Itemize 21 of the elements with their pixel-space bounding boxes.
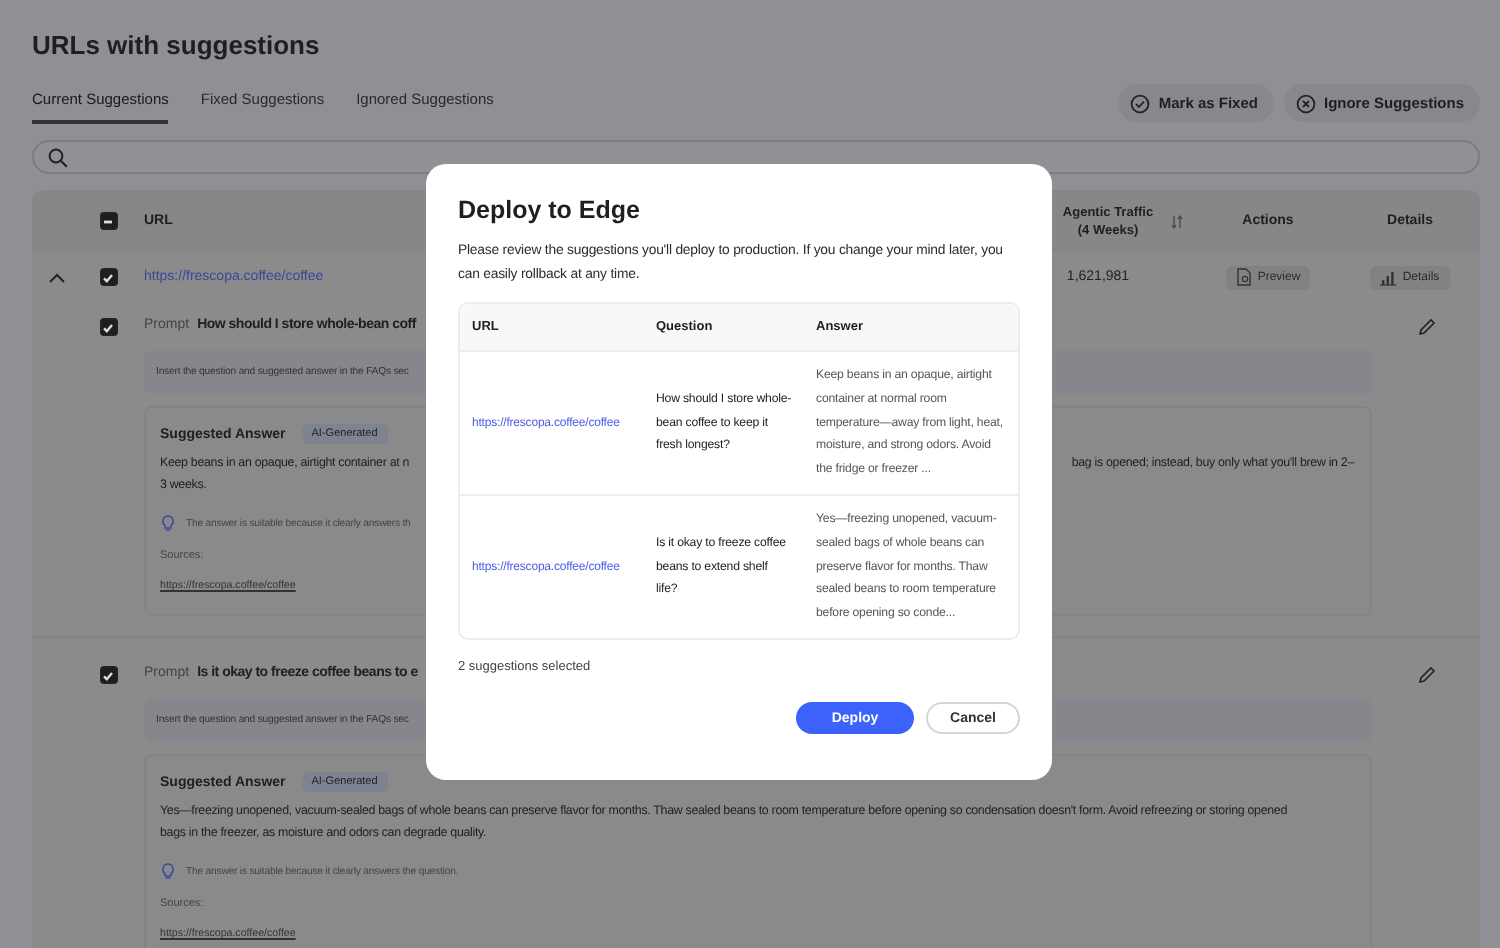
pencil-icon: [1417, 666, 1435, 684]
bar-chart-icon: [1380, 269, 1397, 285]
pencil-icon: [1417, 318, 1435, 336]
lightbulb-icon: [160, 514, 176, 532]
document-icon: [1235, 268, 1252, 286]
checkbox[interactable]: [99, 268, 117, 286]
cross-circle-icon: [1295, 93, 1316, 113]
page-title: URLs with suggestions: [32, 30, 322, 64]
sort-icon[interactable]: [1170, 213, 1184, 229]
minus-icon: [102, 215, 114, 227]
check-icon: [102, 321, 114, 333]
chevron-up-icon[interactable]: [47, 271, 65, 283]
search-icon: [48, 147, 68, 167]
checkbox[interactable]: [99, 666, 117, 684]
dialog-title: Deploy to Edge: [458, 196, 642, 224]
check-icon: [102, 669, 114, 681]
checkbox[interactable]: [99, 212, 117, 230]
checkbox[interactable]: [99, 318, 117, 336]
check-icon: [102, 271, 114, 283]
check-circle-icon: [1130, 93, 1151, 113]
lightbulb-icon: [160, 862, 176, 880]
